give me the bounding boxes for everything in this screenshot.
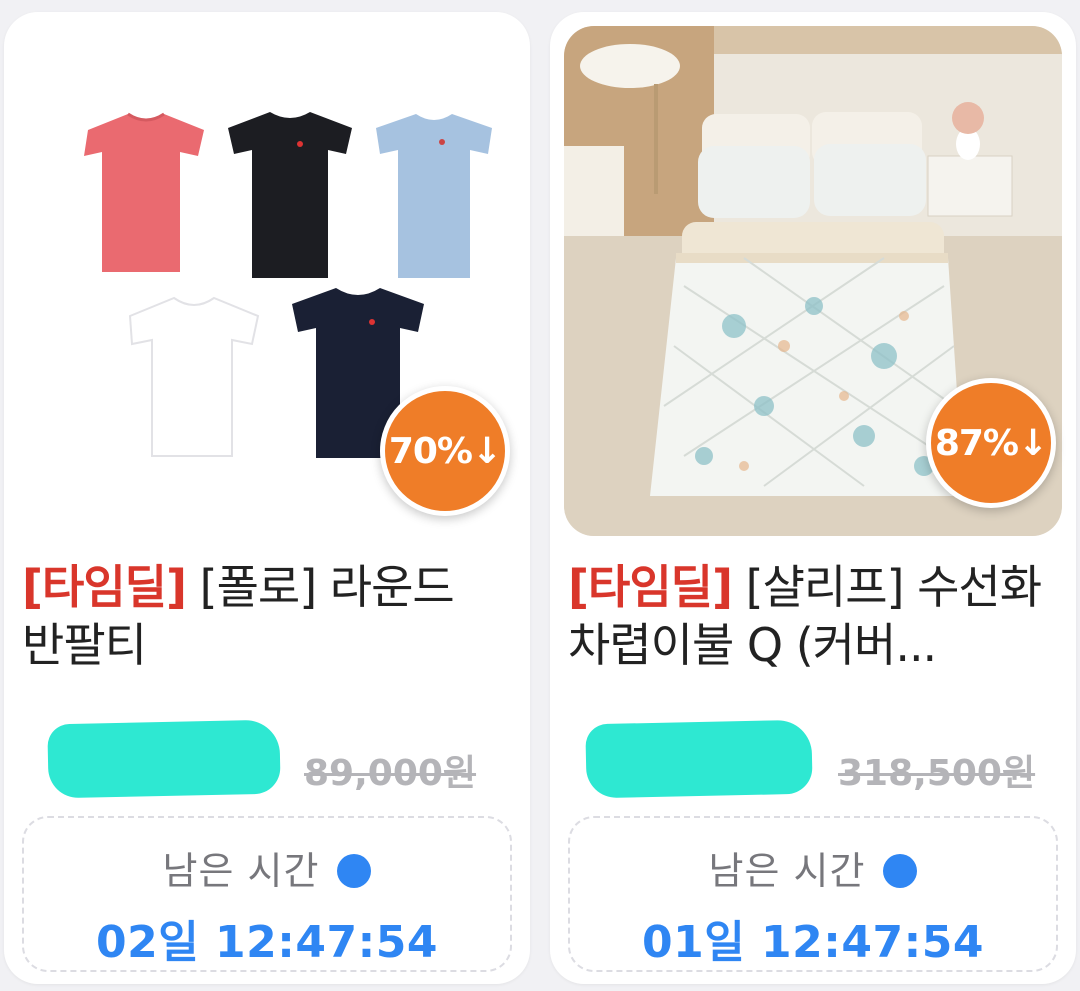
price-row: 000,000원 318,500원: [570, 719, 1070, 800]
product-title[interactable]: [타임딜] [폴로] 라운드 반팔티: [22, 558, 512, 674]
timer-label-row: 남은 시간: [24, 840, 510, 895]
timer-value: 01일 12:47:54: [642, 917, 984, 968]
original-price: 89,000원: [304, 753, 477, 794]
info-icon[interactable]: [337, 853, 372, 888]
price-row: 000,000원 89,000원: [24, 719, 524, 800]
timer-value: 02일 12:47:54: [96, 917, 438, 968]
original-price: 318,500원: [838, 753, 1036, 794]
remaining-time-box: 남은 시간 01일 12:47:54: [568, 816, 1058, 972]
timer-label: 남은 시간: [708, 849, 866, 893]
product-grid: 70%↓ [타임딜] [폴로] 라운드 반팔티 000,000원 89,000원…: [0, 0, 1080, 991]
redaction-mask: [585, 719, 813, 799]
product-card[interactable]: 87%↓ [타임딜] [샬리프] 수선화 차렵이불 Q (커버... 000,0…: [550, 12, 1076, 984]
timer-label-row: 남은 시간: [570, 840, 1056, 895]
product-title[interactable]: [타임딜] [샬리프] 수선화 차렵이불 Q (커버...: [568, 558, 1058, 674]
remaining-time-box: 남은 시간 02일 12:47:54: [22, 816, 512, 972]
timedeal-tag: [타임딜]: [568, 560, 733, 614]
discount-badge: 70%↓: [380, 386, 510, 516]
discount-badge: 87%↓: [926, 378, 1056, 508]
timedeal-tag: [타임딜]: [22, 560, 187, 614]
timer-label: 남은 시간: [162, 849, 320, 893]
product-card[interactable]: 70%↓ [타임딜] [폴로] 라운드 반팔티 000,000원 89,000원…: [4, 12, 530, 984]
redaction-mask: [47, 719, 281, 799]
info-icon[interactable]: [883, 853, 918, 888]
